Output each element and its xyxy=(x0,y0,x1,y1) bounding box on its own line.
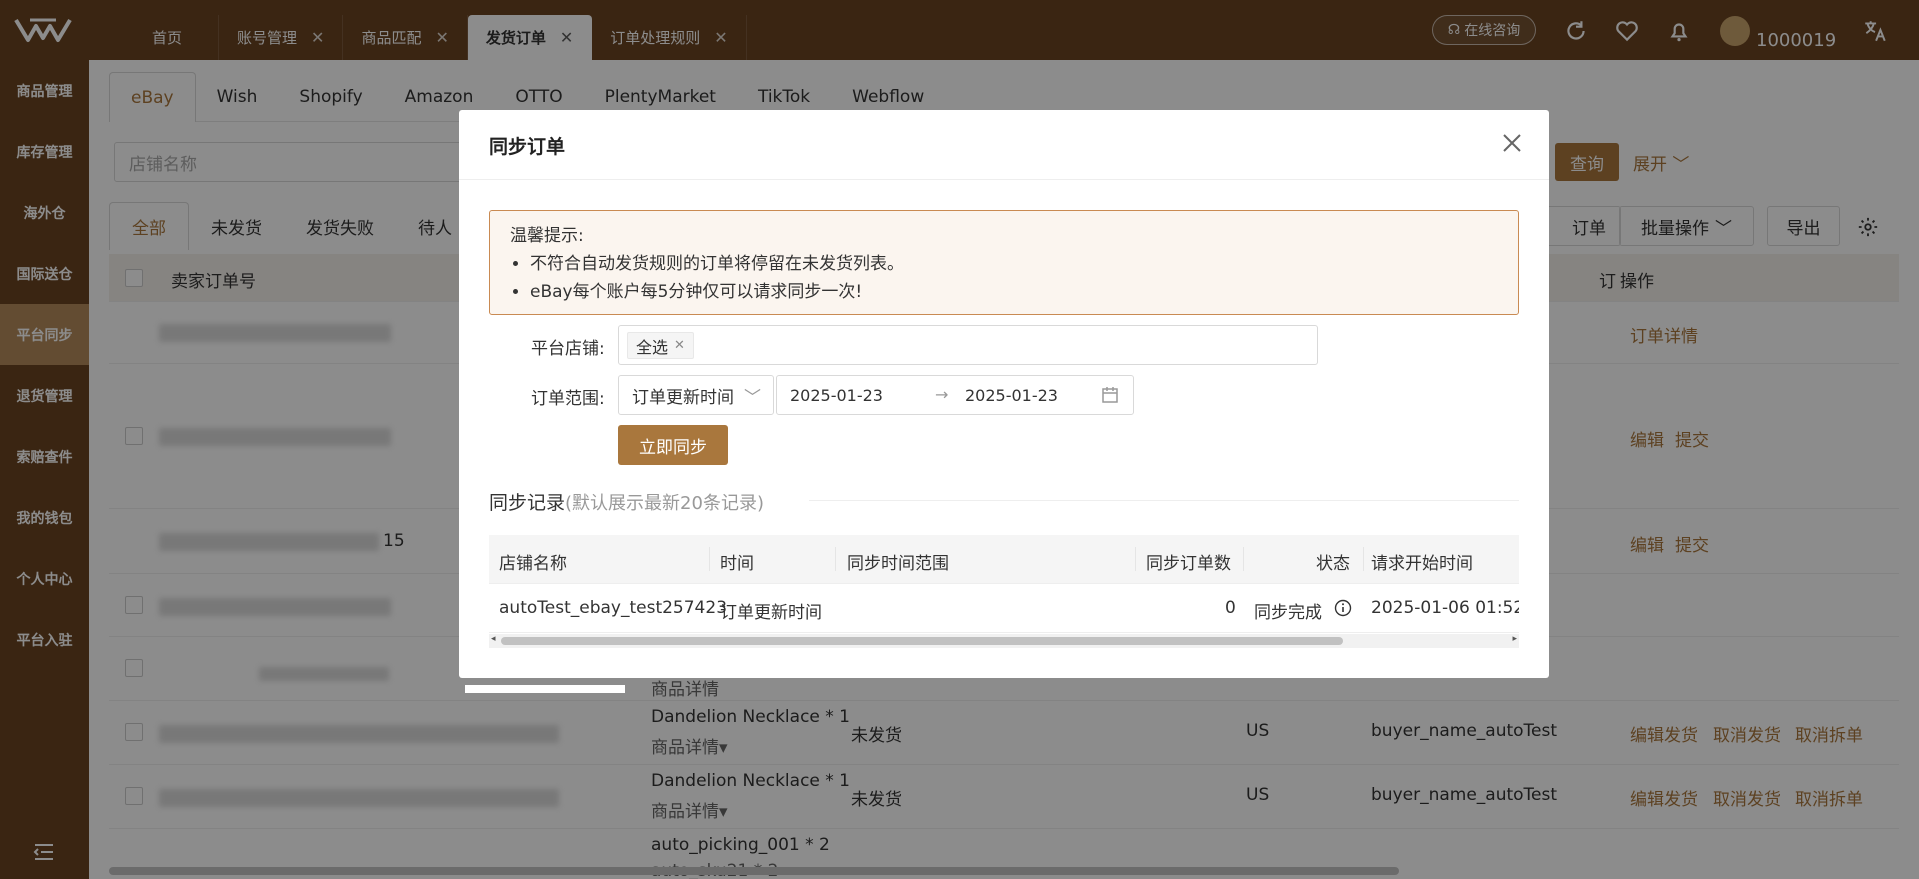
overlay-artifact xyxy=(465,685,625,693)
records-title: 同步记录(默认展示最新20条记录) xyxy=(489,488,764,515)
records-subtitle: (默认展示最新20条记录) xyxy=(565,493,764,514)
calendar-icon xyxy=(1102,387,1118,403)
chevron-down-icon: ﹀ xyxy=(744,388,761,408)
record-row: autoTest_ebay_test257423 订单更新时间 0 同步完成 2… xyxy=(489,584,1519,633)
store-label: 平台店铺: xyxy=(531,339,605,359)
sync-now-button[interactable]: 立即同步 xyxy=(618,425,728,465)
scroll-left-icon[interactable]: ◂ xyxy=(491,634,496,644)
tip-alert: 温馨提示: 不符合自动发货规则的订单将停留在未发货列表。 eBay每个账户每5分… xyxy=(489,210,1519,315)
store-tag: 全选 ✕ xyxy=(627,332,694,359)
range-type-select[interactable]: 订单更新时间 ﹀ xyxy=(618,375,774,415)
store-tag-label: 全选 xyxy=(636,337,669,357)
column-header: 同步订单数 xyxy=(1146,554,1231,574)
store-multiselect[interactable]: 全选 ✕ xyxy=(618,325,1318,365)
start-date[interactable]: 2025-01-23 xyxy=(790,386,883,405)
dialog-title: 同步订单 xyxy=(489,136,566,158)
end-date[interactable]: 2025-01-23 xyxy=(965,386,1058,405)
alert-item: eBay每个账户每5分钟仅可以请求同步一次! xyxy=(530,278,1498,306)
record-status: 同步完成 xyxy=(1254,603,1322,623)
records-header: 店铺名称 时间 同步时间范围 同步订单数 状态 请求开始时间 xyxy=(489,535,1519,584)
tag-close-icon[interactable]: ✕ xyxy=(674,338,685,353)
records-title-text: 同步记录 xyxy=(489,492,566,514)
column-header: 店铺名称 xyxy=(499,554,567,574)
alert-item: 不符合自动发货规则的订单将停留在未发货列表。 xyxy=(530,250,1498,278)
range-label: 订单范围: xyxy=(531,389,605,409)
record-time: 订单更新时间 xyxy=(720,603,822,623)
scrollbar-thumb[interactable] xyxy=(501,637,1343,645)
record-count: 0 xyxy=(1225,598,1236,618)
arrow-right-icon: → xyxy=(935,385,949,404)
sync-button-label: 立即同步 xyxy=(639,437,707,458)
column-divider xyxy=(1135,547,1136,571)
range-select-value: 订单更新时间 xyxy=(632,387,734,408)
column-divider xyxy=(709,547,710,571)
sync-orders-dialog: 同步订单 温馨提示: 不符合自动发货规则的订单将停留在未发货列表。 eBay每个… xyxy=(459,110,1549,678)
date-range-picker[interactable]: 2025-01-23 → 2025-01-23 xyxy=(776,375,1134,415)
column-divider xyxy=(835,547,836,571)
records-scrollbar[interactable]: ◂ ▸ xyxy=(489,634,1519,648)
column-header: 时间 xyxy=(720,554,754,574)
info-icon[interactable] xyxy=(1334,599,1352,617)
column-divider xyxy=(1363,547,1364,571)
dialog-header: 同步订单 xyxy=(459,110,1549,180)
app: 首页 账号管理 ✕ 商品匹配 ✕ 发货订单 ✕ 订单处理规则 ✕ ☊ 在线咨询 1000… xyxy=(0,0,1919,879)
record-start-time: 2025-01-06 01:52:5 xyxy=(1371,598,1519,618)
column-header: 状态 xyxy=(1316,554,1350,574)
alert-heading: 温馨提示: xyxy=(510,226,584,246)
divider xyxy=(809,500,1519,501)
close-icon[interactable] xyxy=(1501,132,1523,154)
scroll-right-icon[interactable]: ▸ xyxy=(1512,634,1517,644)
column-header: 请求开始时间 xyxy=(1371,554,1473,574)
sync-records-table: 店铺名称 时间 同步时间范围 同步订单数 状态 请求开始时间 autoTest_… xyxy=(489,535,1519,648)
column-header: 同步时间范围 xyxy=(847,554,949,574)
record-store: autoTest_ebay_test257423 xyxy=(499,598,728,618)
column-divider xyxy=(1243,547,1244,571)
